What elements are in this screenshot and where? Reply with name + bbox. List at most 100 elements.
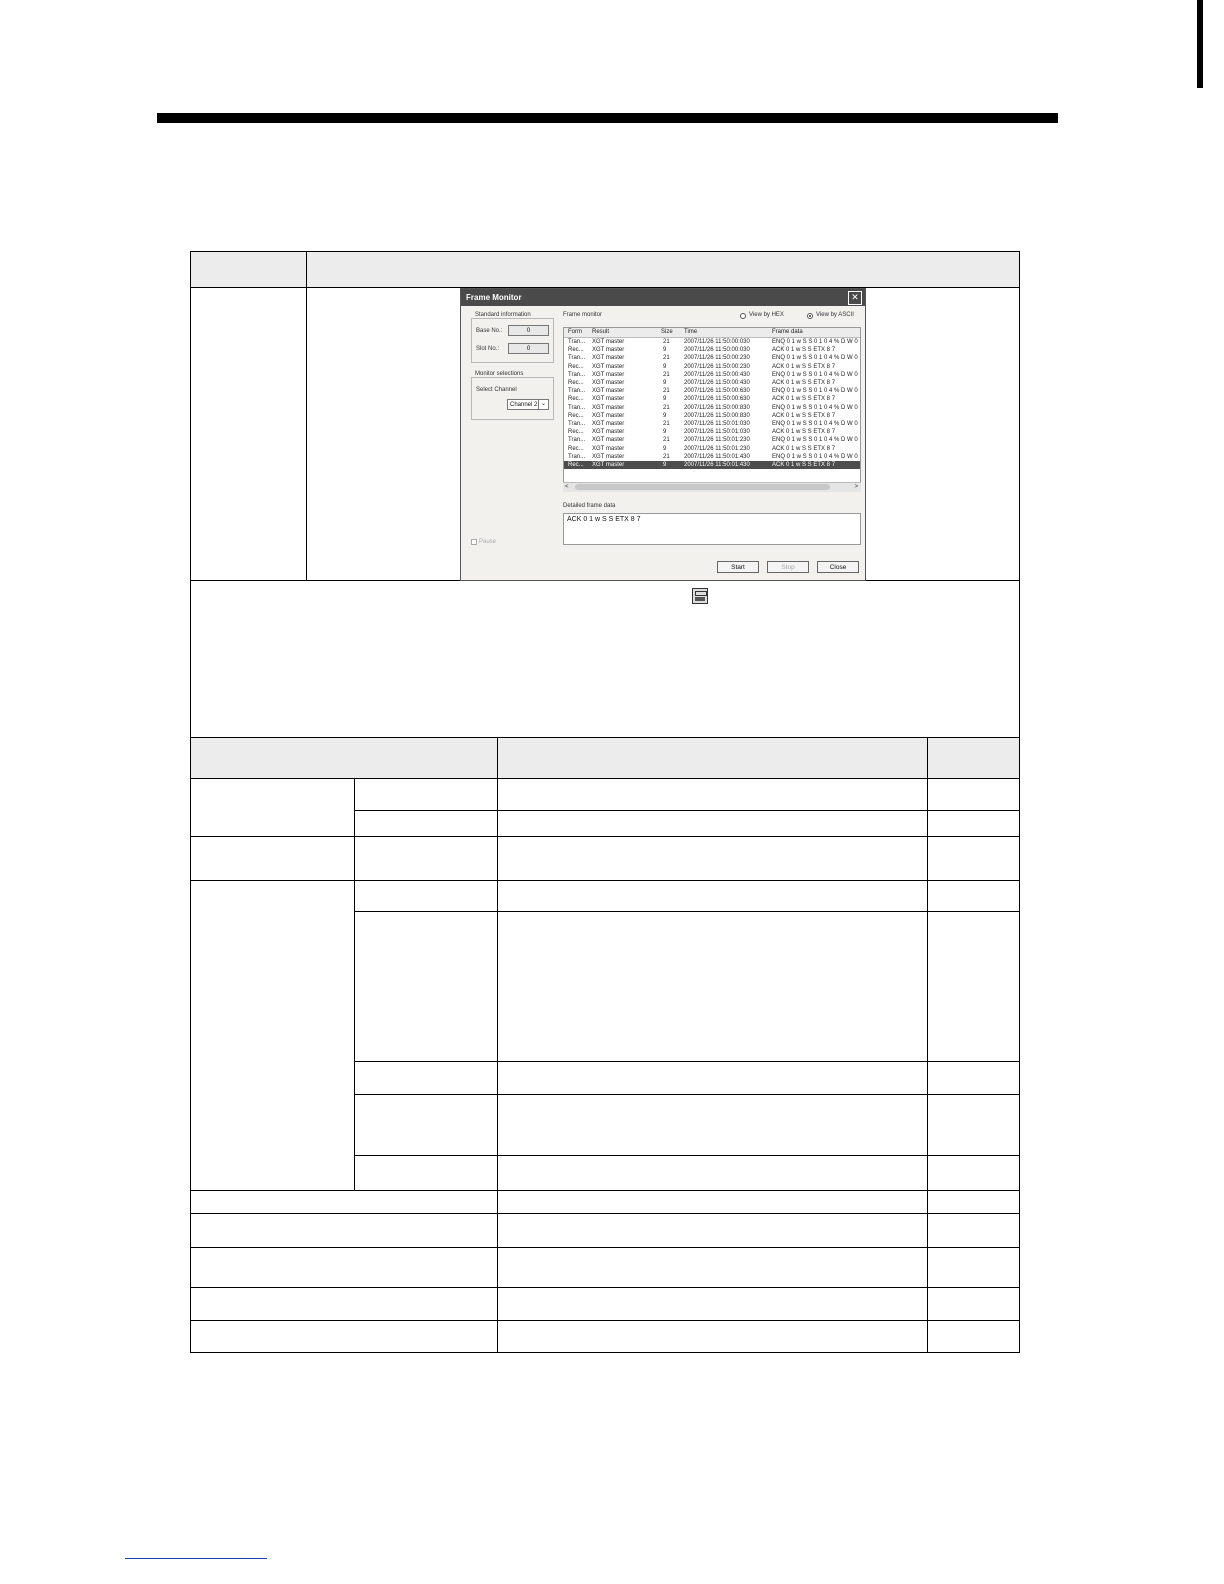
row-form: Tran...: [568, 355, 586, 362]
column-header-frame-data: Frame data: [772, 329, 803, 335]
row-result: XGT master: [592, 453, 625, 460]
row-frame-data: ACK 0 1 w S S ETX 8 7: [772, 396, 836, 403]
row-frame-data: ENQ 0 1 w S S 0 1 0 4 % D W 0: [772, 453, 858, 460]
table-rule: [497, 737, 498, 1353]
row-time: 2007/11/26 11:50:00:430: [684, 380, 750, 386]
row-time: 2007/11/26 11:50:00:230: [684, 363, 750, 370]
table-row[interactable]: Rec... XGT master 9 2007/11/26 11:50:01:230…: [564, 445, 860, 453]
table-row[interactable]: Rec... XGT master 9 2007/11/26 11:50:00:630…: [564, 395, 860, 403]
detailed-frame-data-box: ACK 0 1 w S S ETX 8 7: [563, 513, 861, 545]
table-row[interactable]: Rec... XGT master 9 2007/11/26 11:50:01:030…: [564, 428, 860, 436]
row-result: XGT master: [592, 371, 625, 378]
close-button[interactable]: Close: [817, 561, 859, 573]
table-row[interactable]: Rec... XGT master 9 2007/11/26 11:50:00:430…: [564, 379, 860, 387]
table-rule: [190, 1320, 1020, 1321]
table-rule: [306, 251, 307, 581]
row-size: 9: [663, 429, 667, 436]
row-time: 2007/11/26 11:50:01:230: [684, 437, 750, 444]
row-form: Rec...: [568, 445, 584, 452]
table-row[interactable]: Rec... XGT master 9 2007/11/26 11:50:00:030…: [564, 346, 860, 354]
table-row[interactable]: Tran... XGT master 21 2007/11/26 11:50:00:6…: [564, 387, 860, 395]
standard-info-legend: Standard information: [474, 312, 532, 318]
table-row[interactable]: Tran... XGT master 21 2007/11/26 11:50:01:4…: [564, 453, 860, 461]
stop-button[interactable]: Stop: [767, 561, 809, 573]
row-size: 21: [663, 388, 670, 395]
row-size: 9: [663, 445, 667, 452]
row-frame-data: ACK 0 1 w S S ETX 8 7: [772, 462, 836, 468]
row-form: Tran...: [568, 339, 586, 345]
row-size: 9: [663, 462, 667, 468]
monitor-selections-legend: Monitor selections: [474, 371, 525, 377]
row-form: Rec...: [568, 412, 584, 419]
scroll-left-icon[interactable]: <: [565, 483, 569, 492]
row-result: XGT master: [592, 421, 625, 427]
row-result: XGT master: [592, 339, 625, 345]
start-button[interactable]: Start: [717, 561, 759, 573]
table-rule: [190, 1247, 1020, 1248]
view-hex-radio[interactable]: [740, 313, 746, 319]
row-form: Rec...: [568, 429, 584, 436]
row-frame-data: ACK 0 1 w S S ETX 8 7: [772, 429, 836, 436]
table-row[interactable]: Tran... XGT master 21 2007/11/26 11:50:01:0…: [564, 420, 860, 428]
base-no-field: 0: [508, 325, 549, 336]
row-result: XGT master: [592, 445, 625, 452]
view-hex-label: View by HEX: [749, 312, 784, 318]
row-size: 9: [663, 412, 667, 419]
row-frame-data: ACK 0 1 w S S ETX 8 7: [772, 445, 836, 452]
table-row[interactable]: Rec... XGT master 9 2007/11/26 11:50:00:230…: [564, 363, 860, 371]
table-row[interactable]: Rec... XGT master 9 2007/11/26 11:50:01:430…: [564, 461, 860, 469]
table-rule: [354, 1155, 1020, 1156]
pause-checkbox[interactable]: [471, 539, 477, 545]
row-time: 2007/11/26 11:50:00:230: [684, 355, 750, 362]
row-form: Rec...: [568, 347, 584, 354]
scroll-thumb[interactable]: [575, 484, 830, 490]
table-row[interactable]: Tran... XGT master 21 2007/11/26 11:50:00:4…: [564, 371, 860, 379]
frame-monitor-dialog: Frame Monitor ✕ Standard information Bas…: [460, 288, 866, 581]
table-rule: [190, 1213, 1020, 1214]
row-time: 2007/11/26 11:50:00:030: [684, 347, 750, 354]
row-size: 21: [663, 371, 670, 378]
row-size: 9: [663, 396, 667, 403]
row-time: 2007/11/26 11:50:00:630: [684, 388, 750, 395]
row-result: XGT master: [592, 396, 625, 403]
column-header-size: Size: [661, 329, 673, 335]
row-form: Tran...: [568, 388, 586, 395]
row-form: Tran...: [568, 371, 586, 378]
scroll-right-icon[interactable]: >: [854, 483, 858, 492]
row-result: XGT master: [592, 355, 625, 362]
table-rule: [354, 810, 1020, 811]
row-form: Tran...: [568, 421, 586, 427]
table-row[interactable]: Tran... XGT master 21 2007/11/26 11:50:00:8…: [564, 404, 860, 412]
horizontal-scrollbar[interactable]: < >: [563, 482, 861, 492]
table-row[interactable]: Tran... XGT master 21 2007/11/26 11:50:00:0…: [564, 338, 860, 346]
row-result: XGT master: [592, 380, 625, 386]
chevron-down-icon: ⌄: [538, 400, 548, 409]
channel-select[interactable]: Channel 2 ⌄: [507, 399, 549, 410]
row-result: XGT master: [592, 347, 625, 354]
close-icon[interactable]: ✕: [848, 291, 862, 305]
row-size: 21: [663, 453, 670, 460]
header-rule: [157, 113, 1058, 123]
table-row[interactable]: Rec... XGT master 9 2007/11/26 11:50:00:830…: [564, 412, 860, 420]
base-no-label: Base No.:: [476, 328, 503, 334]
row-time: 2007/11/26 11:50:01:230: [684, 445, 750, 452]
row-form: Tran...: [568, 437, 586, 444]
row-time: 2007/11/26 11:50:00:830: [684, 404, 750, 411]
frame-monitor-grid[interactable]: Form Result Size Time Frame data Tran...…: [563, 327, 861, 491]
table-row[interactable]: Tran... XGT master 21 2007/11/26 11:50:01:2…: [564, 436, 860, 444]
row-time: 2007/11/26 11:50:01:030: [684, 429, 750, 436]
frame-monitor-toolbar-icon: [692, 588, 708, 604]
slot-no-field: 0: [508, 343, 549, 354]
row-size: 21: [663, 339, 670, 345]
table-rule: [354, 1094, 1020, 1095]
margin-bar: [1197, 0, 1203, 88]
row-size: 9: [663, 380, 667, 386]
row-time: 2007/11/26 11:50:01:430: [684, 462, 750, 468]
dialog-title: Frame Monitor: [461, 289, 865, 306]
table-rule: [190, 1190, 1020, 1191]
row-frame-data: ENQ 0 1 w S S 0 1 0 4 % D W 0: [772, 404, 858, 411]
table-rule: [190, 836, 1020, 837]
row-size: 21: [663, 421, 670, 427]
view-ascii-radio[interactable]: [807, 313, 813, 319]
table-row[interactable]: Tran... XGT master 21 2007/11/26 11:50:00:2…: [564, 354, 860, 362]
